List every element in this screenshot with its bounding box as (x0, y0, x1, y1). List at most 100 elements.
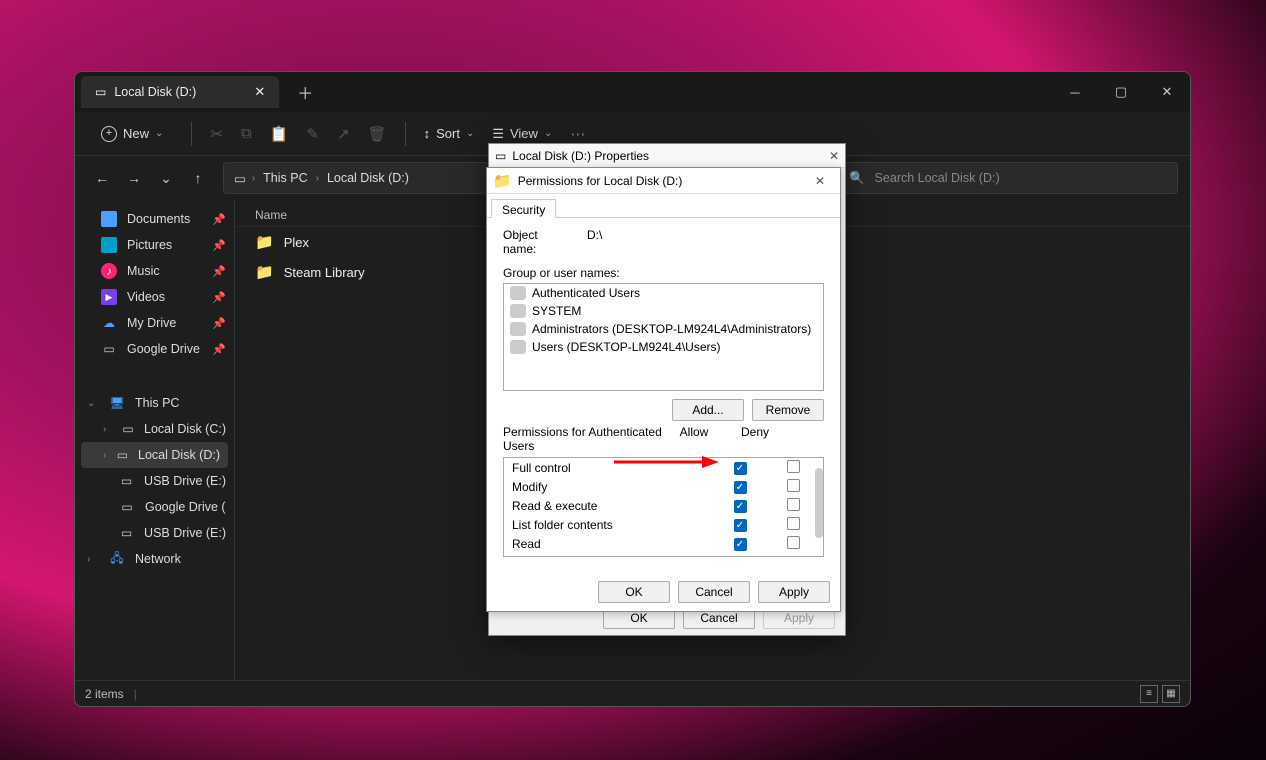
view-button[interactable]: ☰ View ⌄ (492, 126, 552, 142)
add-button[interactable]: Add... (672, 399, 744, 421)
users-icon (510, 286, 526, 300)
object-name-value: D:\ (587, 228, 602, 256)
back-button[interactable]: ← (93, 170, 111, 187)
groups-listbox[interactable]: Authenticated Users SYSTEM Administrator… (503, 283, 824, 391)
sidebar-item-thispc[interactable]: ⌄🖥This PC (75, 390, 234, 416)
tab-bar: ▭ Local Disk (D:) ✕ ＋ ─ ▢ ✕ (75, 72, 1190, 112)
chevron-down-icon: ⌄ (155, 128, 163, 139)
sidebar-item-label: Documents (127, 212, 190, 226)
ok-button[interactable]: OK (598, 581, 670, 603)
sidebar-item-videos[interactable]: ▶Videos📌 (75, 284, 234, 310)
item-name: Steam Library (284, 265, 365, 280)
apply-button[interactable]: Apply (758, 581, 830, 603)
deny-checkbox[interactable] (771, 460, 815, 476)
paste-icon[interactable]: 📋 (270, 125, 289, 143)
sidebar-item-mydrive[interactable]: ☁ My Drive 📌 (75, 310, 234, 336)
up-button[interactable]: ↑ (189, 170, 207, 187)
list-item[interactable]: SYSTEM (504, 302, 823, 320)
close-icon[interactable]: ✕ (806, 174, 834, 188)
deny-checkbox[interactable] (771, 536, 815, 552)
sidebar-drive-e2[interactable]: ▭USB Drive (E:) (75, 520, 234, 546)
cloud-icon: ☁ (101, 315, 117, 331)
search-placeholder: Search Local Disk (D:) (875, 171, 1000, 185)
breadcrumb-thispc[interactable]: This PC (261, 169, 309, 187)
group-label: Users (DESKTOP-LM924L4\Users) (532, 340, 721, 354)
window-close-button[interactable]: ✕ (1144, 73, 1190, 111)
minimize-button[interactable]: ─ (1052, 73, 1098, 111)
dialog-titlebar[interactable]: ▭ Local Disk (D:) Properties ✕ (489, 144, 845, 168)
breadcrumb-drive[interactable]: Local Disk (D:) (325, 169, 411, 187)
permission-name: Read (512, 537, 709, 551)
new-tab-button[interactable]: ＋ (297, 80, 313, 104)
search-icon: 🔍 (849, 171, 865, 186)
folder-icon: 📁 (255, 233, 274, 251)
sidebar-item-label: Google Drive (127, 342, 200, 356)
details-view-icon[interactable]: ≡ (1140, 685, 1158, 703)
dialog-title: Local Disk (D:) Properties (512, 149, 649, 163)
permission-row: Read & execute✓ (504, 496, 823, 515)
sidebar-drive-d[interactable]: ›▭Local Disk (D:) (81, 442, 228, 468)
close-icon[interactable]: ✕ (829, 149, 839, 163)
more-icon[interactable]: ⋯ (570, 125, 585, 143)
allow-checkbox[interactable]: ✓ (709, 536, 771, 551)
cancel-button[interactable]: Cancel (678, 581, 750, 603)
permission-name: List folder contents (512, 518, 709, 532)
copy-icon[interactable]: ⧉ (241, 125, 252, 142)
sidebar-item-googledrive[interactable]: ▭Google Drive📌 (75, 336, 234, 362)
forward-button[interactable]: → (125, 170, 143, 187)
deny-checkbox[interactable] (771, 498, 815, 514)
sidebar-item-network[interactable]: ›🖧Network (75, 546, 234, 572)
tab-security[interactable]: Security (491, 199, 556, 218)
allow-checkbox[interactable]: ✓ (709, 479, 771, 494)
allow-header: Allow (663, 425, 725, 453)
close-tab-icon[interactable]: ✕ (254, 84, 265, 100)
allow-checkbox[interactable]: ✓ (709, 517, 771, 532)
list-item[interactable]: Users (DESKTOP-LM924L4\Users) (504, 338, 823, 356)
item-name: Plex (284, 235, 309, 250)
separator (405, 122, 406, 146)
scrollbar[interactable] (815, 468, 823, 538)
sidebar-item-music[interactable]: ♪Music📌 (75, 258, 234, 284)
list-item[interactable]: Administrators (DESKTOP-LM924L4\Administ… (504, 320, 823, 338)
pin-icon: 📌 (212, 343, 226, 356)
sidebar-item-pictures[interactable]: Pictures📌 (75, 232, 234, 258)
cut-icon[interactable]: ✂ (210, 125, 223, 143)
new-button[interactable]: + New ⌄ (91, 122, 173, 146)
sidebar-drive-c[interactable]: ›▭Local Disk (C:) (75, 416, 234, 442)
sidebar-item-label: Google Drive ( (145, 500, 226, 514)
permission-name: Read & execute (512, 499, 709, 513)
pc-icon: 🖥 (109, 395, 125, 411)
recent-button[interactable]: ⌄ (157, 170, 175, 187)
deny-checkbox[interactable] (771, 479, 815, 495)
permissions-dialog: 📁 Permissions for Local Disk (D:) ✕ Secu… (486, 167, 841, 612)
dialog-titlebar[interactable]: 📁 Permissions for Local Disk (D:) ✕ (487, 168, 840, 194)
sidebar-item-documents[interactable]: Documents📌 (75, 206, 234, 232)
sidebar-drive-e1[interactable]: ▭USB Drive (E:) (75, 468, 234, 494)
users-icon (510, 340, 526, 354)
window-tab[interactable]: ▭ Local Disk (D:) ✕ (81, 76, 279, 108)
sidebar-item-label: My Drive (127, 316, 176, 330)
remove-button[interactable]: Remove (752, 399, 824, 421)
permissions-for-label: Permissions for Authenticated Users (503, 425, 663, 453)
allow-checkbox[interactable]: ✓ (709, 498, 771, 513)
tab-strip: Security (487, 194, 840, 218)
delete-icon[interactable]: 🗑 (368, 125, 387, 143)
object-name-label: Object name: (503, 228, 573, 256)
share-icon[interactable]: ↗ (337, 125, 350, 143)
group-label: Administrators (DESKTOP-LM924L4\Administ… (532, 322, 811, 336)
tiles-view-icon[interactable]: ▦ (1162, 685, 1180, 703)
search-input[interactable]: 🔍 Search Local Disk (D:) (838, 162, 1178, 194)
pin-icon: 📌 (212, 265, 226, 278)
pin-icon: 📌 (212, 317, 226, 330)
chevron-right-icon: › (316, 173, 319, 184)
sidebar-drive-g[interactable]: ▭Google Drive ( (75, 494, 234, 520)
videos-icon: ▶ (101, 289, 117, 305)
drive-icon: ▭ (122, 421, 134, 437)
maximize-button[interactable]: ▢ (1098, 73, 1144, 111)
sort-button[interactable]: ↕ Sort ⌄ (424, 126, 475, 141)
groups-label: Group or user names: (503, 266, 824, 280)
list-item[interactable]: Authenticated Users (504, 284, 823, 302)
rename-icon[interactable]: ✎ (306, 125, 319, 143)
deny-checkbox[interactable] (771, 517, 815, 533)
status-bar: 2 items | ≡ ▦ (75, 680, 1190, 706)
